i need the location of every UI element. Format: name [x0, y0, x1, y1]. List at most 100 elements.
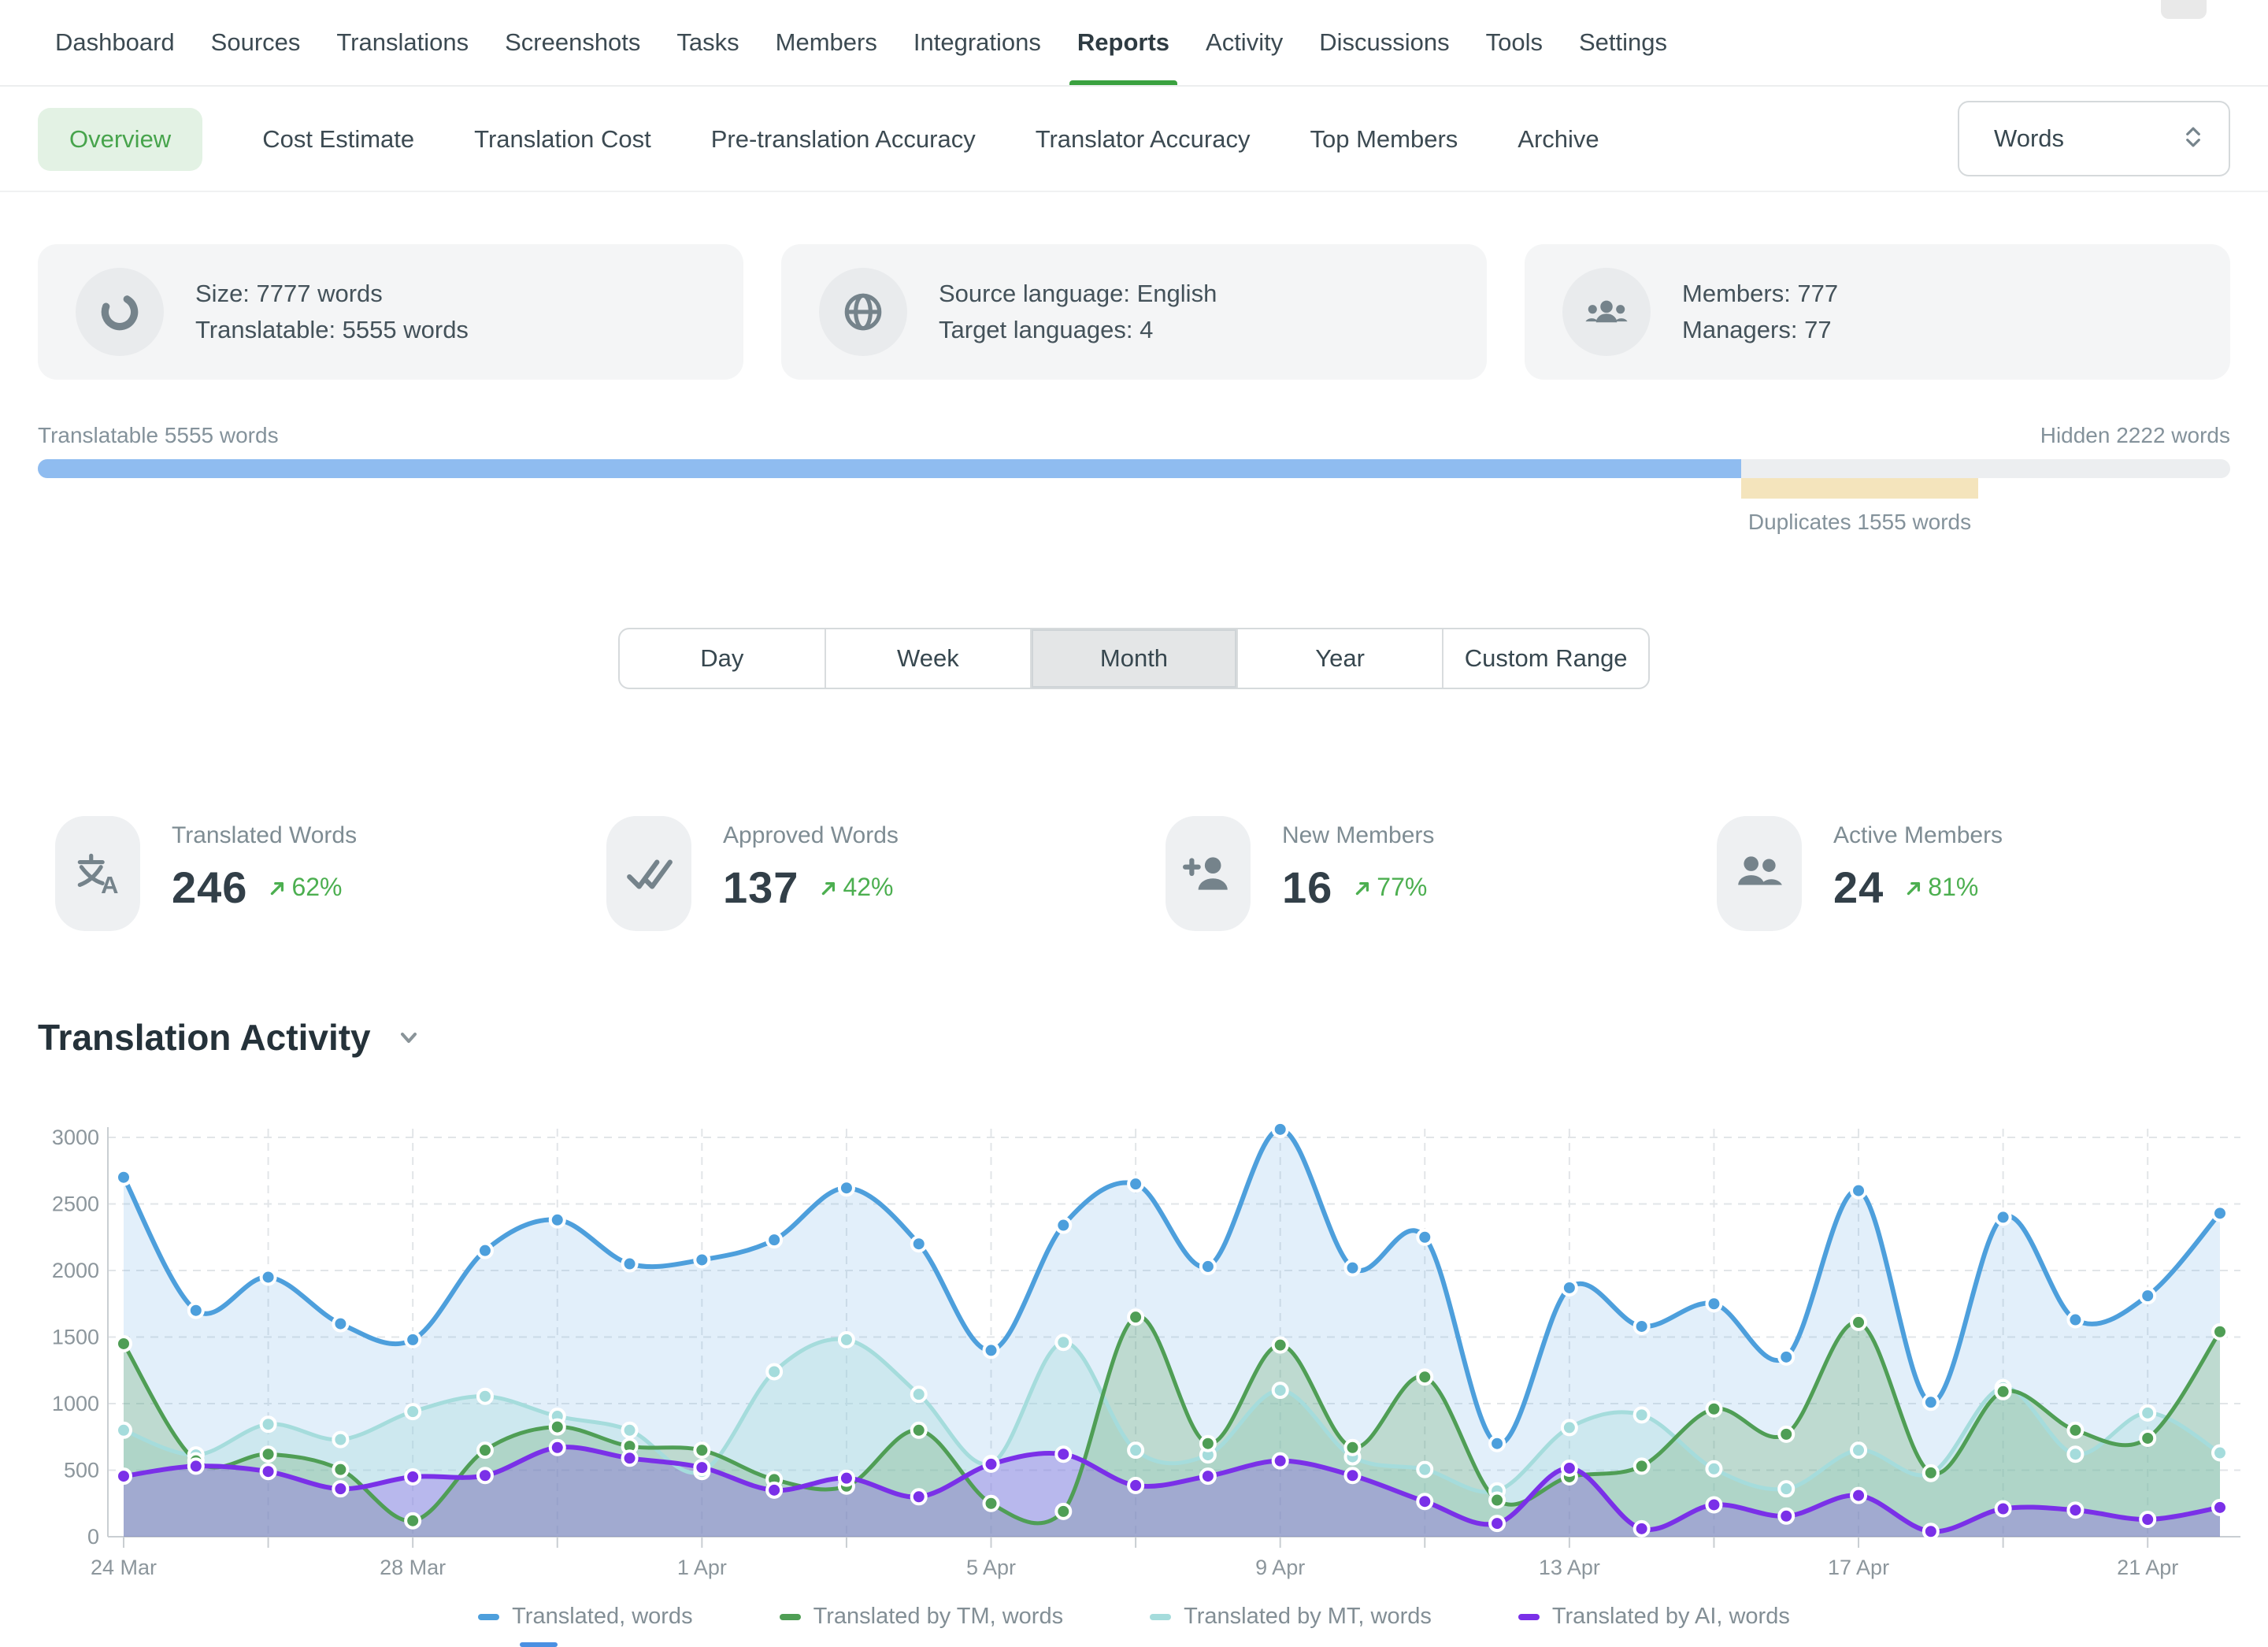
progress-ring-icon	[76, 268, 164, 356]
report-tab-top-members[interactable]: Top Members	[1310, 125, 1458, 154]
chart-legend: Translated, words Translated by TM, words…	[0, 1604, 2268, 1630]
globe-icon	[819, 268, 907, 356]
words-progress-track	[38, 459, 2230, 478]
stat-value: 137	[723, 862, 799, 913]
nav-item-members[interactable]: Members	[776, 0, 877, 85]
report-tab-archive[interactable]: Archive	[1518, 125, 1599, 154]
legend-label: Translated, words	[512, 1604, 692, 1630]
select-caret-icon	[2181, 124, 2205, 154]
legend-swatch	[780, 1614, 801, 1620]
svg-text:A: A	[101, 871, 118, 899]
range-tab-week[interactable]: Week	[825, 629, 1031, 688]
svg-text:1 Apr: 1 Apr	[677, 1556, 727, 1579]
stat-label: Approved Words	[723, 822, 899, 849]
stat-delta: 62%	[268, 873, 342, 902]
nav-item-reports[interactable]: Reports	[1077, 0, 1169, 85]
top-right-cropped-element	[2161, 0, 2207, 19]
svg-text:28 Mar: 28 Mar	[380, 1556, 446, 1579]
activity-header: Translation Activity	[38, 1016, 424, 1059]
range-tab-year[interactable]: Year	[1236, 629, 1443, 688]
translatable-words-bar	[38, 459, 1741, 478]
breakdown-labels: Translatable 5555 words Hidden 2222 word…	[38, 423, 2230, 448]
activity-title: Translation Activity	[38, 1016, 371, 1059]
user-plus-icon	[1166, 816, 1251, 931]
stat-delta: 42%	[819, 873, 893, 902]
report-tab-translation-cost[interactable]: Translation Cost	[474, 125, 651, 154]
nav-item-dashboard[interactable]: Dashboard	[55, 0, 175, 85]
nav-item-tools[interactable]: Tools	[1486, 0, 1543, 85]
report-unit-value: Words	[1994, 124, 2064, 153]
legend-item-translated-words[interactable]: Translated, words	[478, 1604, 692, 1630]
stat-value: 16	[1282, 862, 1332, 913]
range-tab-month[interactable]: Month	[1030, 629, 1236, 688]
summary-card-line: Source language: English	[939, 276, 1217, 312]
summary-card: Members: 777Managers: 77	[1525, 244, 2230, 380]
translate-icon: A	[55, 816, 140, 931]
users-icon	[1717, 816, 1802, 931]
date-range-tabs: DayWeekMonthYearCustom Range	[618, 628, 1650, 689]
report-tabs-bar: Overview Cost Estimate Translation Cost Pre…	[0, 88, 2268, 192]
legend-swatch	[1518, 1614, 1540, 1620]
svg-text:13 Apr: 13 Apr	[1539, 1556, 1600, 1579]
legend-item-translated-by-tm-words[interactable]: Translated by TM, words	[780, 1604, 1064, 1630]
nav-item-activity[interactable]: Activity	[1206, 0, 1283, 85]
nav-item-settings[interactable]: Settings	[1579, 0, 1667, 85]
summary-cards-row: Size: 7777 wordsTranslatable: 5555 words…	[38, 244, 2230, 380]
legend-label: Translated by TM, words	[813, 1604, 1064, 1630]
report-tab-cost-estimate[interactable]: Cost Estimate	[262, 125, 414, 154]
report-tab-translator-accuracy[interactable]: Translator Accuracy	[1036, 125, 1251, 154]
legend-label: Translated by MT, words	[1184, 1604, 1432, 1630]
summary-card-line: Target languages: 4	[939, 312, 1217, 348]
duplicates-words-label: Duplicates 1555 words	[1748, 510, 1971, 535]
nav-item-tasks[interactable]: Tasks	[676, 0, 739, 85]
svg-text:2000: 2000	[52, 1259, 99, 1282]
legend-swatch	[1150, 1614, 1171, 1620]
stat-active-members: Active Members2481%	[1717, 816, 2003, 931]
chevron-down-icon[interactable]	[393, 1022, 424, 1053]
svg-text:500: 500	[64, 1459, 99, 1482]
legend-swatch	[478, 1614, 499, 1620]
svg-text:3000: 3000	[52, 1126, 99, 1149]
svg-text:1000: 1000	[52, 1392, 99, 1415]
summary-card-line: Size: 7777 words	[195, 276, 469, 312]
summary-card-line: Translatable: 5555 words	[195, 312, 469, 348]
svg-text:24 Mar: 24 Mar	[91, 1556, 157, 1579]
report-tab-pre-translation-accuracy[interactable]: Pre-translation Accuracy	[711, 125, 976, 154]
translatable-words-label: Translatable 5555 words	[38, 423, 279, 448]
legend-item-translated-by-ai-words[interactable]: Translated by AI, words	[1518, 1604, 1790, 1630]
nav-item-translations[interactable]: Translations	[336, 0, 469, 85]
svg-text:5 Apr: 5 Apr	[966, 1556, 1016, 1579]
svg-text:9 Apr: 9 Apr	[1255, 1556, 1305, 1579]
svg-text:17 Apr: 17 Apr	[1828, 1556, 1889, 1579]
double-check-icon	[606, 816, 691, 931]
summary-card: Source language: EnglishTarget languages…	[781, 244, 1487, 380]
nav-item-sources[interactable]: Sources	[211, 0, 301, 85]
hidden-words-label: Hidden 2222 words	[2040, 423, 2230, 448]
nav-item-discussions[interactable]: Discussions	[1319, 0, 1449, 85]
duplicates-words-bar	[1741, 478, 1978, 499]
members-icon	[1562, 268, 1651, 356]
stat-delta: 77%	[1353, 873, 1427, 902]
stat-label: Active Members	[1833, 822, 2003, 849]
range-tab-day[interactable]: Day	[620, 629, 825, 688]
bottom-cropped-element	[520, 1642, 558, 1647]
svg-text:21 Apr: 21 Apr	[2117, 1556, 2178, 1579]
range-tab-custom-range[interactable]: Custom Range	[1442, 629, 1648, 688]
stat-approved-words: Approved Words 137 42%	[606, 816, 899, 931]
svg-text:0: 0	[87, 1525, 99, 1549]
nav-item-integrations[interactable]: Integrations	[914, 0, 1041, 85]
legend-label: Translated by AI, words	[1552, 1604, 1790, 1630]
stat-new-members: New Members1677%	[1166, 816, 1434, 931]
stat-delta-value: 77%	[1377, 873, 1427, 902]
stat-delta-value: 81%	[1928, 873, 1978, 902]
svg-text:2500: 2500	[52, 1193, 99, 1216]
nav-item-screenshots[interactable]: Screenshots	[505, 0, 640, 85]
stat-delta-value: 62%	[291, 873, 342, 902]
stat-translated-words: ATranslated Words24662%	[55, 816, 357, 931]
translation-activity-chart: 05001000150020002500300024 Mar28 Mar1 Ap…	[0, 1080, 2268, 1603]
report-unit-select[interactable]: Words	[1958, 101, 2230, 176]
report-tab-overview[interactable]: Overview	[38, 108, 202, 171]
legend-item-translated-by-mt-words[interactable]: Translated by MT, words	[1150, 1604, 1432, 1630]
summary-card: Size: 7777 wordsTranslatable: 5555 words	[38, 244, 743, 380]
summary-card-line: Managers: 77	[1682, 312, 1838, 348]
